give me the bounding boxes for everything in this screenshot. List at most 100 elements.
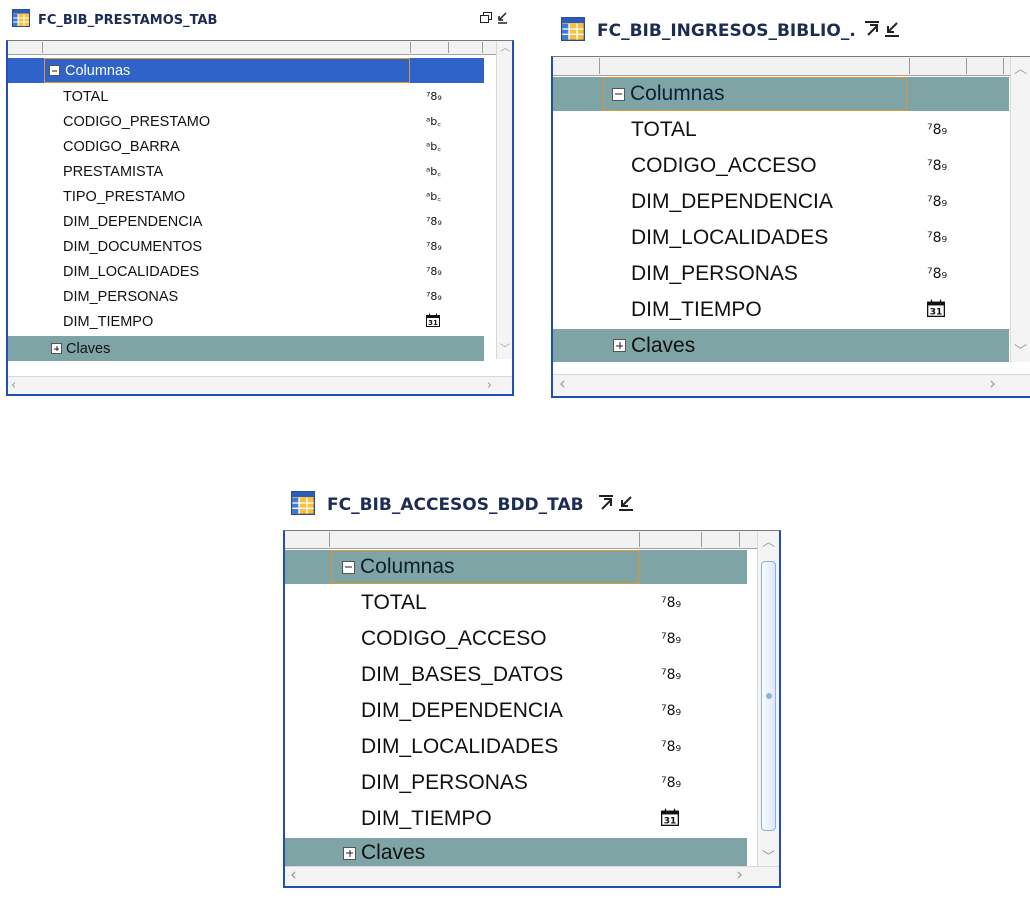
vertical-scrollbar[interactable]: ︿ ﹀ xyxy=(757,531,779,868)
column-row[interactable]: DIM_DEPENDENCIA ⁷8₉ xyxy=(285,693,747,729)
column-header-strip xyxy=(8,41,496,55)
column-name: TOTAL xyxy=(631,118,697,141)
horizontal-scrollbar[interactable]: ‹ › xyxy=(553,374,1030,396)
column-row[interactable]: PRESTAMISTA ᵃb꜀ xyxy=(8,159,484,184)
scroll-down-icon[interactable]: ﹀ xyxy=(762,851,775,864)
numeric-type-icon: ⁷8₉ xyxy=(661,775,682,791)
column-name: DIM_LOCALIDADES xyxy=(631,226,829,249)
column-row[interactable]: CODIGO_ACCESO ⁷8₉ xyxy=(285,621,747,657)
scroll-down-icon[interactable]: ﹀ xyxy=(1014,345,1027,358)
column-name: TOTAL xyxy=(63,88,109,105)
column-row[interactable]: CODIGO_PRESTAMO ᵃb꜀ xyxy=(8,109,484,134)
minimize-to-corner-icon[interactable] xyxy=(618,495,634,516)
panel-body: Columnas TOTAL ⁷8₉ CODIGO_ACCESO ⁷8₉ DIM_B… xyxy=(283,530,781,888)
column-row[interactable]: TOTAL ⁷8₉ xyxy=(8,84,484,109)
expand-icon[interactable] xyxy=(51,343,62,354)
group-row-columnas[interactable]: Columnas xyxy=(553,77,1009,111)
column-row[interactable]: DIM_LOCALIDADES ⁷8₉ xyxy=(8,259,484,284)
group-row-claves[interactable]: Claves xyxy=(8,336,484,361)
scroll-right-icon[interactable]: › xyxy=(736,867,743,884)
column-header-strip xyxy=(553,57,1010,76)
scroll-up-icon[interactable]: ︿ xyxy=(500,44,510,54)
column-name: DIM_TIEMPO xyxy=(361,807,492,830)
column-row[interactable]: DIM_TIEMPO 31 xyxy=(285,801,747,837)
numeric-type-icon: ⁷8₉ xyxy=(661,595,682,611)
group-label: Columnas xyxy=(65,62,131,79)
scroll-left-icon[interactable]: ‹ xyxy=(11,379,16,392)
text-type-icon: ᵃb꜀ xyxy=(426,115,442,128)
group-row-columnas[interactable]: Columnas xyxy=(285,550,747,584)
scroll-up-icon[interactable]: ︿ xyxy=(762,536,775,549)
table-panel-accesos[interactable]: FC_BIB_ACCESOS_BDD_TAB Columnas TOTAL ⁷8… xyxy=(283,486,781,888)
horizontal-scrollbar[interactable]: ‹ › xyxy=(285,866,779,886)
column-row[interactable]: CODIGO_ACCESO ⁷8₉ xyxy=(553,148,1009,184)
expand-icon[interactable] xyxy=(613,339,626,352)
minimize-to-corner-icon[interactable] xyxy=(884,21,900,42)
scroll-right-icon[interactable]: › xyxy=(989,376,996,393)
column-name: DIM_DOCUMENTOS xyxy=(63,238,203,255)
horizontal-scrollbar[interactable]: ‹ › xyxy=(8,376,512,394)
panel-body: Columnas TOTAL ⁷8₉ CODIGO_ACCESO ⁷8₉ DIM_D… xyxy=(551,56,1030,398)
expand-icon[interactable] xyxy=(598,494,614,516)
column-row[interactable]: DIM_BASES_DATOS ⁷8₉ xyxy=(285,657,747,693)
scroll-left-icon[interactable]: ‹ xyxy=(559,376,566,393)
table-panel-ingresos[interactable]: FC_BIB_INGRESOS_BIBLIO_. Columnas TOTAL … xyxy=(551,12,1030,398)
numeric-type-icon: ⁷8₉ xyxy=(426,290,442,303)
tree-list: Columnas TOTAL ⁷8₉ CODIGO_ACCESO ⁷8₉ DIM_B… xyxy=(285,550,747,868)
column-name: DIM_TIEMPO xyxy=(63,313,154,330)
collapse-icon[interactable] xyxy=(612,87,625,101)
column-row[interactable]: TOTAL ⁷8₉ xyxy=(553,112,1009,148)
column-row[interactable]: DIM_PERSONAS ⁷8₉ xyxy=(285,765,747,801)
column-row[interactable]: DIM_PERSONAS ⁷8₉ xyxy=(553,256,1009,292)
column-row[interactable]: TIPO_PRESTAMO ᵃb꜀ xyxy=(8,184,484,209)
column-row[interactable]: DIM_DEPENDENCIA ⁷8₉ xyxy=(8,209,484,234)
scroll-up-icon[interactable]: ︿ xyxy=(1014,63,1027,76)
column-name: DIM_PERSONAS xyxy=(63,288,179,305)
column-name: DIM_BASES_DATOS xyxy=(361,663,564,686)
minimize-to-corner-icon[interactable] xyxy=(496,12,508,28)
column-name: DIM_LOCALIDADES xyxy=(361,735,559,758)
column-row[interactable]: DIM_PERSONAS ⁷8₉ xyxy=(8,284,484,309)
numeric-type-icon: ⁷8₉ xyxy=(927,230,948,246)
collapse-icon[interactable] xyxy=(49,65,60,76)
column-row[interactable]: DIM_LOCALIDADES ⁷8₉ xyxy=(285,729,747,765)
panel-titlebar[interactable]: FC_BIB_ACCESOS_BDD_TAB xyxy=(283,486,781,524)
scrollbar-thumb[interactable] xyxy=(761,561,776,831)
scroll-grip-icon xyxy=(765,693,772,699)
table-panel-prestamos[interactable]: FC_BIB_PRESTAMOS_TAB Columnas TOTAL ⁷8₉ … xyxy=(6,6,514,396)
column-row[interactable]: DIM_TIEMPO 31 xyxy=(8,309,484,334)
numeric-type-icon: ⁷8₉ xyxy=(661,703,682,719)
scroll-right-icon[interactable]: › xyxy=(487,379,492,392)
panel-title: FC_BIB_PRESTAMOS_TAB xyxy=(38,12,218,28)
vertical-scrollbar[interactable]: ︿ ﹀ xyxy=(1010,57,1030,362)
text-type-icon: ᵃb꜀ xyxy=(426,165,442,178)
panel-titlebar[interactable]: FC_BIB_INGRESOS_BIBLIO_. xyxy=(551,12,1030,50)
column-name: CODIGO_ACCESO xyxy=(631,154,817,177)
group-row-columnas[interactable]: Columnas xyxy=(8,58,484,83)
table-icon xyxy=(291,490,315,520)
tree-list: Columnas TOTAL ⁷8₉ CODIGO_PRESTAMO ᵃb꜀ COD… xyxy=(8,56,484,374)
svg-text:31: 31 xyxy=(664,816,677,826)
scroll-down-icon[interactable]: ﹀ xyxy=(500,345,510,355)
column-row[interactable]: DIM_TIEMPO 31 xyxy=(553,292,1009,328)
scroll-left-icon[interactable]: ‹ xyxy=(290,867,297,884)
column-name: DIM_DEPENDENCIA xyxy=(63,213,203,230)
numeric-type-icon: ⁷8₉ xyxy=(661,631,682,647)
column-name: DIM_LOCALIDADES xyxy=(63,263,200,280)
numeric-type-icon: ⁷8₉ xyxy=(426,90,442,103)
group-row-claves[interactable]: Claves xyxy=(285,838,747,868)
expand-icon[interactable] xyxy=(864,20,880,42)
expand-icon[interactable] xyxy=(343,846,356,860)
column-row[interactable]: CODIGO_BARRA ᵃb꜀ xyxy=(8,134,484,159)
column-row[interactable]: DIM_LOCALIDADES ⁷8₉ xyxy=(553,220,1009,256)
panel-titlebar[interactable]: FC_BIB_PRESTAMOS_TAB xyxy=(6,6,514,34)
column-row[interactable]: TOTAL ⁷8₉ xyxy=(285,585,747,621)
date-type-icon: 31 xyxy=(927,298,945,322)
vertical-scrollbar[interactable]: ︿ ﹀ xyxy=(496,41,512,359)
column-name: CODIGO_PRESTAMO xyxy=(63,113,211,130)
column-row[interactable]: DIM_DOCUMENTOS ⁷8₉ xyxy=(8,234,484,259)
collapse-icon[interactable] xyxy=(342,560,355,574)
group-row-claves[interactable]: Claves xyxy=(553,329,1009,362)
restore-icon[interactable] xyxy=(480,12,492,28)
column-row[interactable]: DIM_DEPENDENCIA ⁷8₉ xyxy=(553,184,1009,220)
